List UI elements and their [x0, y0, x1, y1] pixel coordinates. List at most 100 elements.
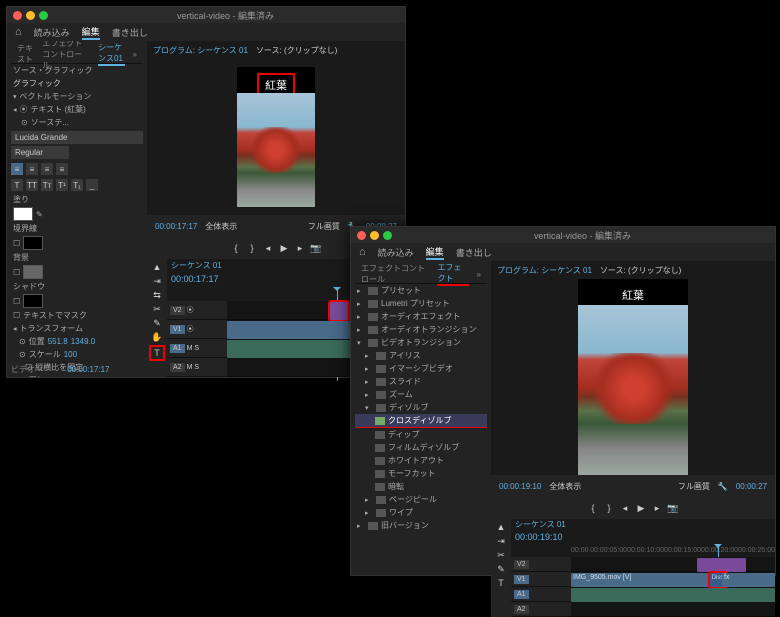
fx-lumetri[interactable]: ▸Lumetri プリセット [355, 297, 487, 310]
fx-dip[interactable]: ディップ [355, 428, 487, 441]
maximize-icon[interactable] [383, 231, 392, 240]
tab-import[interactable]: 読み込み [34, 26, 70, 39]
fx-old[interactable]: ▸旧バージョン [355, 519, 487, 532]
align-right-icon[interactable]: ≡ [41, 163, 53, 175]
track-head-a2[interactable]: A2 [511, 602, 571, 617]
fx-audio-effects[interactable]: ▸オーディオエフェクト [355, 310, 487, 323]
fx-film-dissolve[interactable]: フィルムディゾルブ [355, 441, 487, 454]
shadow-swatch[interactable] [23, 294, 43, 308]
eyedropper-icon[interactable]: ✎ [36, 210, 43, 219]
fx-black[interactable]: 暗転 [355, 480, 487, 493]
fx-zoom[interactable]: ▸ズーム [355, 388, 487, 401]
track-head-a1[interactable]: A1MS [167, 339, 227, 358]
selection-tool-icon[interactable]: ▲ [495, 521, 507, 533]
faux-italic-icon[interactable]: TT [26, 179, 38, 191]
sequence-tab[interactable]: シーケンス 01 [171, 260, 222, 271]
tab-sequence[interactable]: シーケンス01 [98, 42, 124, 66]
prop-mask[interactable]: ☐ テキストでマスク [11, 309, 143, 322]
fx-slide[interactable]: ▸スライド [355, 375, 487, 388]
tab-program[interactable]: プログラム: シーケンス 01 [497, 265, 592, 276]
tab-edit[interactable]: 編集 [426, 245, 444, 260]
timecode-current[interactable]: 00:00:17:17 [155, 222, 197, 231]
home-icon[interactable]: ⌂ [359, 246, 366, 258]
track-head-a2[interactable]: A2MS [167, 358, 227, 377]
export-frame-icon[interactable]: 📷 [666, 501, 680, 515]
stroke-swatch[interactable] [23, 236, 43, 250]
mark-out-icon[interactable]: } [245, 241, 259, 255]
tab-program[interactable]: プログラム: シーケンス 01 [153, 45, 248, 56]
graphic-clip[interactable] [330, 302, 348, 320]
video-clip-2[interactable]: fx [722, 573, 775, 587]
graphic-clip[interactable] [697, 558, 746, 572]
timeline-timecode[interactable]: 00:00:17:17 [171, 274, 219, 284]
tab-source[interactable]: ソース: (クリップなし) [600, 265, 681, 276]
prop-scale[interactable]: ⊙ スケール 100 [11, 348, 143, 361]
program-monitor[interactable]: 紅葉 [491, 279, 775, 475]
ripple-tool-icon[interactable]: ⇆ [151, 289, 163, 301]
fx-video-transitions[interactable]: ▾ビデオトランジション [355, 336, 487, 349]
timeline-timecode[interactable]: 00:00:19:10 [515, 532, 563, 542]
export-frame-icon[interactable]: 📷 [309, 241, 323, 255]
step-back-icon[interactable]: ◂ [261, 241, 275, 255]
prop-text-layer[interactable]: ▾⦿ テキスト (紅葉) [11, 103, 143, 116]
timecode-current[interactable]: 00:00:19:10 [499, 482, 541, 491]
step-back-icon[interactable]: ◂ [618, 501, 632, 515]
bg-swatch[interactable] [23, 265, 43, 279]
fx-page-peel[interactable]: ▸ページピール [355, 493, 487, 506]
track-head-v1[interactable]: V1⦿ [167, 320, 227, 339]
time-ruler[interactable]: 00:00 00:00:05:00 00:00:10:00 00:00:15:0… [571, 547, 775, 557]
close-icon[interactable] [357, 231, 366, 240]
subscript-icon[interactable]: T₁ [71, 179, 83, 191]
prop-transform[interactable]: ▾トランスフォーム [11, 322, 143, 335]
mark-out-icon[interactable]: } [602, 501, 616, 515]
step-fwd-icon[interactable]: ▸ [650, 501, 664, 515]
razor-tool-icon[interactable]: ✂ [151, 303, 163, 315]
fx-dissolve[interactable]: ▾ディゾルブ [355, 401, 487, 414]
superscript-icon[interactable]: T¹ [56, 179, 68, 191]
tab-import[interactable]: 読み込み [378, 246, 414, 259]
panel-menu-icon[interactable]: » [133, 50, 137, 59]
play-icon[interactable]: ▶ [634, 501, 648, 515]
maximize-icon[interactable] [39, 11, 48, 20]
tab-effect-controls[interactable]: エフェクトコントロール [361, 263, 429, 285]
quality-select[interactable]: フル画質 [308, 221, 340, 232]
sequence-tab[interactable]: シーケンス 01 [515, 519, 566, 530]
type-tool-icon[interactable]: T [149, 345, 165, 361]
prop-position[interactable]: ⊙ 位置 551.8 1349.0 [11, 335, 143, 348]
program-monitor[interactable]: 紅葉 [147, 59, 405, 215]
fx-whiteout[interactable]: ホワイトアウト [355, 454, 487, 467]
panel-menu-icon[interactable]: » [477, 270, 481, 279]
hand-tool-icon[interactable]: ✋ [151, 331, 163, 343]
pen-tool-icon[interactable]: ✎ [495, 563, 507, 575]
align-justify-icon[interactable]: ≡ [56, 163, 68, 175]
tab-source[interactable]: ソース: (クリップなし) [256, 45, 337, 56]
tab-export[interactable]: 書き出し [456, 246, 492, 259]
fill-swatch[interactable] [13, 207, 33, 221]
track-head-a1[interactable]: A1 [511, 587, 571, 602]
track-select-tool-icon[interactable]: ⇥ [151, 275, 163, 287]
close-icon[interactable] [13, 11, 22, 20]
smallcaps-icon[interactable]: Tᴛ [41, 179, 53, 191]
fx-audio-transitions[interactable]: ▸オーディオトランジション [355, 323, 487, 336]
pen-tool-icon[interactable]: ✎ [151, 317, 163, 329]
audio-clip[interactable] [571, 588, 775, 602]
fit-select[interactable]: 全体表示 [205, 221, 237, 232]
fx-morph[interactable]: モーフカット [355, 467, 487, 480]
font-family-select[interactable]: Lucida Grande [11, 131, 143, 144]
faux-bold-icon[interactable]: T [11, 179, 23, 191]
video-clip-1[interactable]: IMG_9505.mov [V] [571, 573, 718, 587]
align-center-icon[interactable]: ≡ [26, 163, 38, 175]
fx-wipe[interactable]: ▸ワイプ [355, 506, 487, 519]
mark-in-icon[interactable]: { [229, 241, 243, 255]
selection-tool-icon[interactable]: ▲ [151, 261, 163, 273]
razor-tool-icon[interactable]: ✂ [495, 549, 507, 561]
play-icon[interactable]: ▶ [277, 241, 291, 255]
font-weight-select[interactable]: Regular [11, 146, 69, 159]
type-tool-icon[interactable]: T [495, 577, 507, 589]
underline-icon[interactable]: _ [86, 179, 98, 191]
tab-effects[interactable]: エフェクト [437, 262, 468, 286]
fit-select[interactable]: 全体表示 [549, 481, 581, 492]
tab-export[interactable]: 書き出し [112, 26, 148, 39]
track-head-v2[interactable]: V2 [511, 557, 571, 572]
step-fwd-icon[interactable]: ▸ [293, 241, 307, 255]
